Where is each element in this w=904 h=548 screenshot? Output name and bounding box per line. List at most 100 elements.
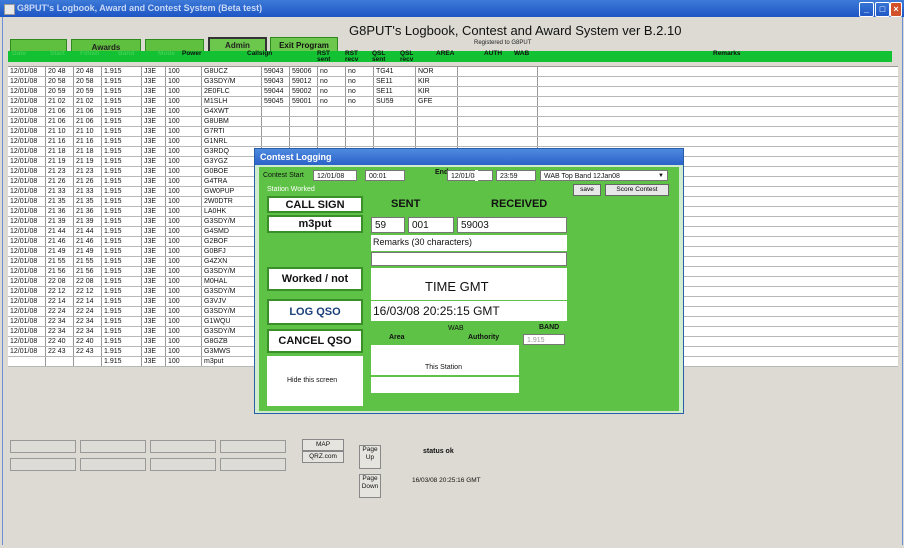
remarks-input[interactable]	[371, 252, 567, 266]
table-cell[interactable]: 2W0DTR	[202, 197, 262, 206]
table-cell[interactable]	[416, 107, 458, 116]
table-cell[interactable]: 20 58	[46, 77, 74, 86]
table-cell[interactable]: 21 23	[46, 167, 74, 176]
table-cell[interactable]	[374, 107, 416, 116]
table-cell[interactable]: 12/01/08	[8, 107, 46, 116]
col-rst-recv[interactable]: RST recv	[345, 50, 363, 63]
save-button[interactable]: save	[573, 184, 601, 196]
table-cell[interactable]	[458, 107, 538, 116]
table-cell[interactable]: 12/01/08	[8, 187, 46, 196]
table-cell[interactable]: SE11	[374, 87, 416, 96]
table-cell[interactable]: 21 19	[74, 157, 102, 166]
table-cell[interactable]: J3E	[142, 287, 166, 296]
table-cell[interactable]: 100	[166, 177, 202, 186]
table-cell[interactable]: J3E	[142, 267, 166, 276]
table-cell[interactable]: J3E	[142, 357, 166, 366]
table-cell[interactable]: 22 08	[46, 277, 74, 286]
received-input[interactable]: 59003	[457, 217, 567, 233]
table-cell[interactable]: 21 26	[74, 177, 102, 186]
table-cell[interactable]: 21 39	[74, 217, 102, 226]
table-cell[interactable]	[290, 117, 318, 126]
table-cell[interactable]: 100	[166, 217, 202, 226]
table-cell[interactable]: 20 48	[74, 67, 102, 76]
table-cell[interactable]: 21 02	[46, 97, 74, 106]
page-up-button[interactable]: Page Up	[359, 445, 381, 469]
table-cell[interactable]: G3SDY/M	[202, 217, 262, 226]
table-cell[interactable]: 21 06	[46, 117, 74, 126]
table-cell[interactable]: G1WQU	[202, 317, 262, 326]
table-cell[interactable]: 100	[166, 227, 202, 236]
table-cell[interactable]: J3E	[142, 177, 166, 186]
table-cell[interactable]: G0BOE	[202, 167, 262, 176]
table-cell[interactable]: 12/01/08	[8, 237, 46, 246]
rst-sent-input[interactable]: 59	[371, 217, 405, 233]
table-cell[interactable]: 100	[166, 167, 202, 176]
table-cell[interactable]: 100	[166, 77, 202, 86]
table-cell[interactable]	[458, 137, 538, 146]
table-cell[interactable]: LA0HK	[202, 207, 262, 216]
table-cell[interactable]: no	[318, 97, 346, 106]
table-cell[interactable]	[538, 137, 904, 146]
table-cell[interactable]	[416, 137, 458, 146]
table-cell[interactable]: 12/01/08	[8, 277, 46, 286]
table-cell[interactable]: G7RTI	[202, 127, 262, 136]
table-cell[interactable]: J3E	[142, 237, 166, 246]
table-cell[interactable]: 1.915	[102, 227, 142, 236]
maximize-button[interactable]: □	[875, 2, 890, 17]
table-cell[interactable]: J3E	[142, 197, 166, 206]
table-cell[interactable]: J3E	[142, 207, 166, 216]
table-cell[interactable]	[538, 77, 904, 86]
table-cell[interactable]: 12/01/08	[8, 157, 46, 166]
table-cell[interactable]: J3E	[142, 217, 166, 226]
table-cell[interactable]: 21 06	[74, 107, 102, 116]
table-cell[interactable]: 12/01/08	[8, 77, 46, 86]
table-cell[interactable]: 1.915	[102, 77, 142, 86]
table-cell[interactable]: 1.915	[102, 167, 142, 176]
table-cell[interactable]: G8GZB	[202, 337, 262, 346]
table-cell[interactable]	[318, 127, 346, 136]
table-cell[interactable]: 100	[166, 67, 202, 76]
table-cell[interactable]: no	[346, 67, 374, 76]
col-start[interactable]: Start	[50, 50, 65, 62]
table-cell[interactable]: 100	[166, 147, 202, 156]
table-cell[interactable]: M1SLH	[202, 97, 262, 106]
bottom-button-1[interactable]	[10, 440, 76, 453]
table-cell[interactable]: 1.915	[102, 237, 142, 246]
table-cell[interactable]: 12/01/08	[8, 207, 46, 216]
col-rst-sent[interactable]: RST sent	[317, 50, 335, 63]
table-cell[interactable]: J3E	[142, 317, 166, 326]
table-cell[interactable]: J3E	[142, 187, 166, 196]
table-cell[interactable]	[8, 357, 46, 366]
hide-screen-button[interactable]: Hide this screen	[287, 377, 337, 384]
table-cell[interactable]: 2E0FLC	[202, 87, 262, 96]
worked-not-button[interactable]: Worked / not	[267, 267, 363, 291]
table-cell[interactable]: 12/01/08	[8, 347, 46, 356]
table-cell[interactable]: 100	[166, 137, 202, 146]
table-cell[interactable]: 12/01/08	[8, 147, 46, 156]
table-cell[interactable]	[458, 127, 538, 136]
table-cell[interactable]: J3E	[142, 67, 166, 76]
table-cell[interactable]	[538, 97, 904, 106]
table-cell[interactable]	[318, 137, 346, 146]
table-cell[interactable]: 1.915	[102, 297, 142, 306]
table-cell[interactable]: no	[346, 77, 374, 86]
table-cell[interactable]: 22 08	[74, 277, 102, 286]
table-cell[interactable]	[458, 67, 538, 76]
table-cell[interactable]: 22 34	[46, 317, 74, 326]
table-cell[interactable]: 22 43	[46, 347, 74, 356]
table-cell[interactable]: J3E	[142, 157, 166, 166]
table-cell[interactable]: 20 59	[74, 87, 102, 96]
table-cell[interactable]: 100	[166, 337, 202, 346]
table-cell[interactable]: no	[318, 67, 346, 76]
table-cell[interactable]: 100	[166, 307, 202, 316]
table-cell[interactable]: 12/01/08	[8, 337, 46, 346]
table-cell[interactable]	[374, 117, 416, 126]
table-cell[interactable]	[318, 107, 346, 116]
table-cell[interactable]: 12/01/08	[8, 227, 46, 236]
table-cell[interactable]	[46, 357, 74, 366]
table-cell[interactable]: 1.915	[102, 127, 142, 136]
close-icon[interactable]: ×	[890, 2, 902, 17]
table-cell[interactable]: 22 14	[46, 297, 74, 306]
table-cell[interactable]: 21 19	[46, 157, 74, 166]
table-cell[interactable]	[458, 87, 538, 96]
